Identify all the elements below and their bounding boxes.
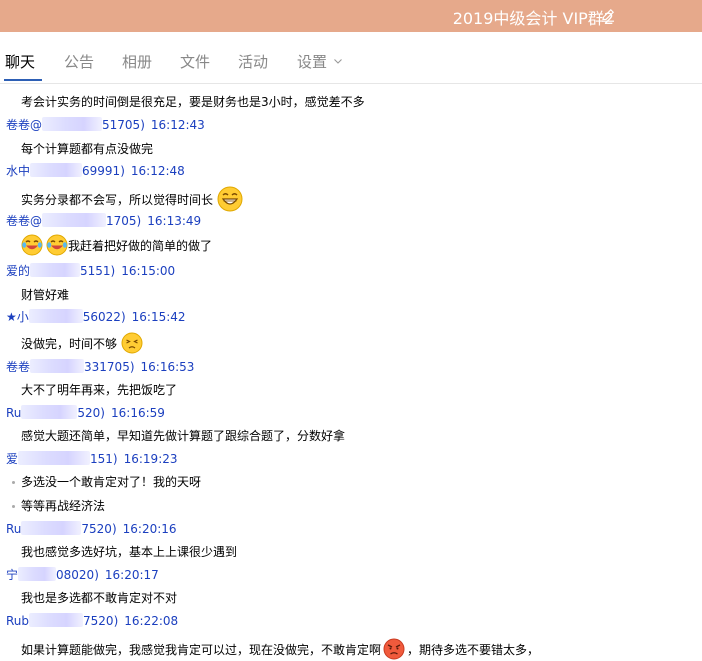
message-text: 如果计算题能做完，我感觉我肯定可以过，现在没做完，不敢肯定啊 — [21, 643, 382, 657]
tab-settings[interactable]: 设置 — [297, 51, 343, 72]
message-sender[interactable]: 卷卷@ 51705) 16:12:43 — [6, 117, 205, 133]
message-text: 实务分录都不会写，所以觉得时间长 — [21, 193, 214, 207]
message-text: 我也是多选都不敢肯定对不对 — [21, 591, 178, 605]
message-time: 16:20:16 — [122, 522, 177, 536]
tab-album[interactable]: 相册 — [122, 51, 152, 72]
message-text: 大不了明年再来，先把饭吃了 — [21, 383, 178, 397]
message-text: 我赶着把好做的简单的做了 — [68, 239, 213, 253]
redacted-blur — [18, 451, 91, 465]
redacted-blur — [30, 359, 85, 373]
redacted-blur — [30, 163, 83, 177]
message-time: 16:19:23 — [123, 452, 178, 466]
message-text: 感觉大题还简单，早知道先做计算题了跟综合题了，分数好拿 — [21, 429, 346, 443]
message-time: 16:15:42 — [131, 310, 186, 324]
message-sender[interactable]: 爱 151) 16:19:23 — [6, 451, 178, 467]
message-sender[interactable]: Ru 520) 16:16:59 — [6, 405, 165, 421]
tab-activities[interactable]: 活动 — [238, 51, 268, 72]
message-sender[interactable]: Rub 7520) 16:22:08 — [6, 613, 178, 629]
message-time: 16:15:00 — [121, 264, 176, 278]
message-text: 财管好难 — [21, 288, 70, 302]
edit-icon[interactable] — [600, 7, 616, 23]
message-row: 如果计算题能做完，我感觉我肯定可以过，现在没做完，不敢肯定啊 ，期待多选不要错太… — [21, 638, 539, 660]
message-row: 我赶着把好做的简单的做了 — [21, 234, 212, 256]
message-time: 16:13:49 — [147, 214, 202, 228]
message-sender[interactable]: 卷卷@ 1705) 16:13:49 — [6, 213, 201, 229]
laughing-tears-emoji — [46, 234, 68, 256]
redacted-blur — [18, 567, 57, 581]
redacted-blur — [28, 309, 83, 323]
message-sender[interactable]: 水中 69991) 16:12:48 — [6, 163, 185, 179]
message-text: 多选没一个敢肯定对了！我的天呀 — [21, 475, 202, 489]
message-row: 实务分录都不会写，所以觉得时间长 — [21, 186, 243, 212]
tab-announcements[interactable]: 公告 — [64, 51, 94, 72]
redacted-blur — [21, 405, 78, 419]
message-sender[interactable]: 爱的 5151) 16:15:00 — [6, 263, 175, 279]
tab-settings-label: 设置 — [297, 53, 328, 71]
message-bullet — [12, 505, 15, 508]
group-title: 2019中级会计 VIP群2 — [452, 9, 614, 28]
message-sender[interactable]: 宁 08020) 16:20:17 — [6, 567, 159, 583]
message-time: 16:22:08 — [124, 614, 179, 628]
message-time: 16:12:48 — [130, 164, 185, 178]
laughing-tears-emoji — [21, 234, 43, 256]
redacted-blur — [30, 263, 81, 277]
title-bar: 2019中级会计 VIP群2 — [0, 0, 702, 32]
message-text: 考会计实务的时间倒是很充足，要是财务也是3小时，感觉差不多 — [21, 95, 365, 109]
message-time: 16:16:59 — [111, 406, 165, 420]
message-sender[interactable]: ★小 56022) 16:15:42 — [6, 309, 186, 325]
message-text-continued: ，期待多选不要错太多， — [407, 643, 540, 657]
message-text: 我也感觉多选好坑，基本上上课很少遇到 — [21, 545, 238, 559]
message-sender[interactable]: 卷卷 331705) 16:16:53 — [6, 359, 194, 375]
grin-emoji — [217, 186, 243, 212]
message-time: 16:12:43 — [150, 118, 205, 132]
message-row: 没做完，时间不够 — [21, 332, 143, 354]
sad-emoji — [121, 332, 143, 354]
message-text: 等等再战经济法 — [21, 499, 106, 513]
tab-bar: 聊天 公告 相册 文件 活动 设置 — [0, 32, 702, 84]
redacted-blur — [29, 613, 84, 627]
tab-chat[interactable]: 聊天 — [5, 51, 35, 72]
active-tab-indicator — [4, 79, 42, 81]
message-bullet — [12, 481, 15, 484]
message-text: 没做完，时间不够 — [21, 337, 118, 351]
message-text: 每个计算题都有点没做完 — [21, 142, 154, 156]
tab-files[interactable]: 文件 — [180, 51, 210, 72]
angry-emoji — [383, 638, 405, 660]
redacted-blur — [42, 117, 103, 131]
message-time: 16:16:53 — [140, 360, 195, 374]
message-time: 16:20:17 — [104, 568, 159, 582]
message-sender[interactable]: Ru 7520) 16:20:16 — [6, 521, 177, 537]
chat-message-list[interactable]: 考会计实务的时间倒是很充足，要是财务也是3小时，感觉差不多 卷卷@ 51705) 1… — [0, 84, 702, 661]
redacted-blur — [21, 521, 82, 535]
redacted-blur — [42, 213, 107, 227]
chevron-down-icon — [334, 59, 342, 64]
